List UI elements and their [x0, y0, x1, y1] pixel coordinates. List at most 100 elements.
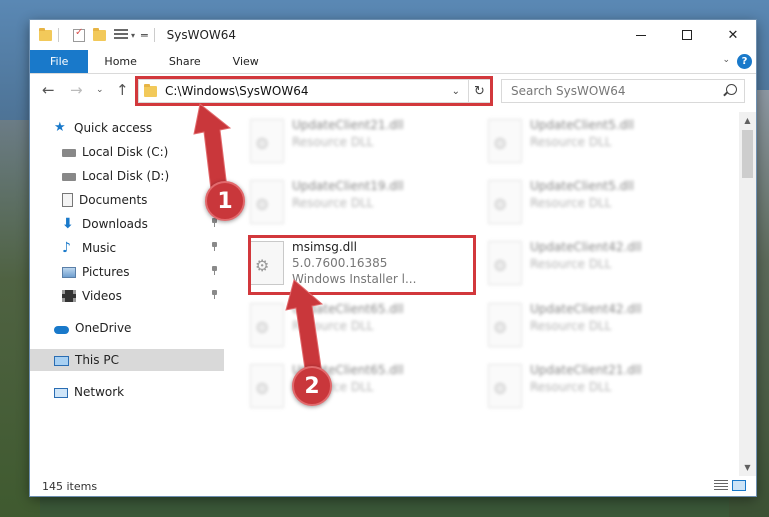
search-icon[interactable] — [726, 84, 737, 95]
up-arrow-icon[interactable]: ↑ — [116, 81, 129, 99]
sidebar-item-label: Music — [82, 241, 117, 255]
back-arrow-icon[interactable]: ← — [42, 81, 55, 99]
close-button[interactable]: ✕ — [710, 20, 756, 50]
drive-icon — [62, 173, 76, 181]
list-item[interactable]: UpdateClient42.dll Resource DLL — [478, 298, 703, 352]
sidebar-item-this-pc[interactable]: This PC — [54, 349, 224, 371]
minimize-button[interactable] — [618, 20, 664, 50]
explorer-window: ▾ ═ SysWOW64 ✕ File Home Share View ⌄ ? … — [30, 20, 756, 496]
tab-share[interactable]: Share — [153, 50, 217, 73]
refresh-icon: ↻ — [474, 83, 485, 99]
file-description: Resource DLL — [530, 319, 612, 333]
dll-file-icon — [250, 364, 284, 408]
address-path[interactable]: C:\Windows\SysWOW64 — [165, 84, 452, 98]
file-name: UpdateClient65.dll — [292, 302, 404, 316]
scroll-up-icon[interactable]: ▲ — [739, 112, 756, 129]
list-item[interactable]: UpdateClient5.dll Resource DLL — [478, 114, 703, 168]
file-name: UpdateClient21.dll — [292, 118, 404, 132]
list-item-msimsg[interactable]: msimsg.dll 5.0.7600.16385 Windows Instal… — [240, 236, 465, 294]
folder-icon — [144, 83, 157, 97]
sidebar-item-label: Videos — [82, 289, 122, 303]
sidebar-item-label: Documents — [79, 193, 148, 207]
maximize-button[interactable] — [664, 20, 710, 50]
pin-icon[interactable] — [211, 266, 218, 275]
sidebar-item-music[interactable]: ♪ Music — [62, 237, 224, 259]
list-item[interactable]: UpdateClient19.dll Resource DLL — [240, 175, 465, 229]
list-item[interactable]: UpdateClient42.dll Resource DLL — [478, 236, 703, 290]
dll-file-icon — [488, 303, 522, 347]
computer-icon — [54, 355, 69, 366]
tab-home[interactable]: Home — [88, 50, 152, 73]
file-description: Resource DLL — [530, 135, 612, 149]
sidebar-item-videos[interactable]: Videos — [62, 285, 224, 307]
address-bar[interactable]: C:\Windows\SysWOW64 ⌄ ↻ — [138, 79, 491, 103]
expand-ribbon-icon[interactable]: ⌄ — [722, 55, 730, 65]
pin-icon[interactable] — [211, 242, 218, 251]
file-name: UpdateClient19.dll — [292, 179, 404, 193]
search-input[interactable]: Search SysWOW64 — [501, 79, 745, 103]
dll-file-icon — [488, 364, 522, 408]
list-item[interactable]: UpdateClient65.dllResource DLL — [240, 359, 465, 413]
pin-icon[interactable] — [211, 146, 218, 155]
sidebar-item-documents[interactable]: Documents — [62, 189, 224, 211]
address-row: ← → ⌄ ↑ C:\Windows\SysWOW64 ⌄ ↻ Search S… — [30, 76, 756, 106]
scroll-down-icon[interactable]: ▼ — [739, 459, 756, 476]
tab-view[interactable]: View — [217, 50, 275, 73]
list-item[interactable]: UpdateClient21.dll Resource DLL — [478, 359, 703, 413]
pin-icon[interactable] — [211, 290, 218, 299]
tiles-view-icon[interactable] — [732, 480, 746, 491]
list-item[interactable]: UpdateClient65.dllResource DLL — [240, 298, 465, 352]
file-name: UpdateClient21.dll — [530, 363, 642, 377]
documents-icon — [62, 193, 73, 207]
details-view-icon[interactable] — [714, 480, 728, 491]
file-description: Windows Installer l... — [292, 272, 417, 286]
sidebar-item-network[interactable]: Network — [54, 381, 224, 403]
sidebar-item-pictures[interactable]: Pictures — [62, 261, 224, 283]
file-description: Resource DLL — [530, 380, 612, 394]
close-icon: ✕ — [727, 27, 739, 43]
list-item[interactable]: UpdateClient5.dll Resource DLL — [478, 175, 703, 229]
view-options-icon[interactable] — [114, 29, 128, 41]
dll-file-icon — [250, 303, 284, 347]
properties-icon[interactable] — [73, 27, 85, 42]
file-version: 5.0.7600.16385 — [292, 256, 388, 270]
vertical-scrollbar[interactable]: ▲ ▼ — [739, 112, 756, 476]
file-name: UpdateClient5.dll — [530, 179, 634, 193]
sidebar-item-local-disk-d[interactable]: Local Disk (D:) — [62, 165, 224, 187]
recent-locations-icon[interactable]: ⌄ — [96, 85, 104, 95]
new-folder-icon[interactable] — [93, 27, 106, 41]
file-name: UpdateClient42.dll — [530, 302, 642, 316]
list-item[interactable]: UpdateClient21.dll Resource DLL — [240, 114, 465, 168]
quick-access-toolbar: ▾ ═ — [39, 27, 161, 42]
sidebar-item-local-disk-c[interactable]: Local Disk (C:) — [62, 141, 224, 163]
videos-icon — [62, 290, 76, 302]
sidebar-item-onedrive[interactable]: OneDrive — [54, 317, 224, 339]
navigation-pane: ★ Quick access Local Disk (C:) Local Dis… — [30, 112, 224, 476]
view-switcher — [714, 480, 746, 491]
folder-icon — [39, 27, 52, 41]
file-description: Resource DLL — [530, 196, 612, 210]
sidebar-item-label: Quick access — [74, 121, 153, 135]
pin-icon[interactable] — [211, 170, 218, 179]
customize-toolbar-icon[interactable]: ═ — [141, 29, 148, 42]
sidebar-item-label: Downloads — [82, 217, 148, 231]
network-icon — [54, 387, 68, 398]
music-icon: ♪ — [62, 240, 71, 256]
scrollbar-thumb[interactable] — [742, 130, 753, 178]
step-badge-1: 1 — [205, 181, 245, 221]
file-name: UpdateClient5.dll — [530, 118, 634, 132]
chevron-down-icon[interactable]: ▾ — [131, 31, 135, 40]
sidebar-item-label: Network — [74, 385, 125, 399]
search-placeholder: Search SysWOW64 — [511, 84, 626, 98]
chevron-down-icon[interactable]: ⌄ — [452, 86, 460, 97]
pictures-icon — [62, 267, 76, 278]
dll-file-icon — [488, 241, 522, 285]
file-list: UpdateClient21.dll Resource DLL UpdateCli… — [226, 112, 740, 476]
help-icon[interactable]: ? — [737, 54, 752, 69]
forward-arrow-icon[interactable]: → — [70, 81, 83, 99]
sidebar-item-downloads[interactable]: ⬇ Downloads — [62, 213, 224, 235]
refresh-button[interactable]: ↻ — [468, 79, 491, 103]
tab-file[interactable]: File — [30, 50, 89, 73]
sidebar-item-quick-access[interactable]: ★ Quick access — [54, 117, 224, 139]
divider — [58, 28, 59, 42]
